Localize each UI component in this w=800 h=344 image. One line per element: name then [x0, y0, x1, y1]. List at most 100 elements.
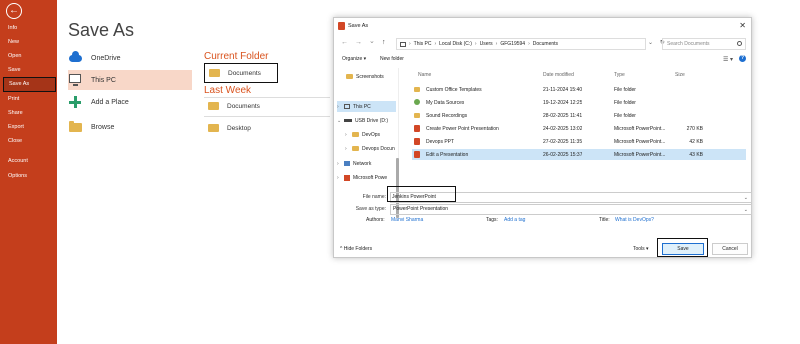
save-button[interactable]: Save — [662, 243, 704, 255]
back-arrow-icon[interactable]: ← — [6, 3, 22, 19]
tree-label: Network — [353, 160, 372, 167]
chevron-right-icon[interactable]: › — [345, 146, 352, 152]
address-bar[interactable]: › This PC › Local Disk (C:) › Users › GF… — [396, 38, 646, 50]
chevron-right-icon[interactable]: › — [337, 175, 344, 181]
chevron-down-icon[interactable]: ⌄ — [337, 118, 344, 124]
nav-options[interactable]: Options — [0, 170, 57, 182]
back-icon[interactable]: ← — [341, 39, 348, 46]
file-name: My Data Sources — [426, 100, 465, 106]
current-folder-title: Current Folder — [204, 51, 269, 62]
location-label: OneDrive — [91, 54, 121, 62]
authors-value[interactable]: Manvi Sharma — [391, 217, 423, 223]
tree-microsoft-powerpoint[interactable]: › Microsoft Powe — [337, 172, 387, 183]
file-row[interactable]: My Data Sources 19-12-2024 12:25 File fold… — [412, 97, 746, 108]
file-type: File folder — [614, 100, 636, 106]
hide-folders-button[interactable]: ^ Hide Folders — [340, 246, 372, 252]
search-input[interactable]: Search Documents — [662, 38, 746, 50]
nav-share[interactable]: Share — [0, 107, 57, 119]
nav-save-as[interactable]: Save As — [3, 77, 56, 92]
nav-open[interactable]: Open — [0, 50, 57, 62]
title-value[interactable]: What is DevOps? — [615, 217, 654, 223]
location-this-pc[interactable]: This PC — [68, 70, 192, 90]
dialog-title: Save As — [348, 23, 369, 29]
file-date: 19-12-2024 12:25 — [543, 100, 583, 106]
forward-icon[interactable]: → — [355, 39, 362, 46]
divider — [204, 116, 330, 117]
file-list: Name Date modified Type Size Custom Offi… — [412, 72, 746, 180]
address-row: ← → ⌄ ↑ › This PC › Local Disk (C:) › Us… — [334, 37, 751, 51]
breadcrumb-users[interactable]: Users — [480, 41, 493, 47]
help-icon[interactable]: ? — [739, 55, 746, 62]
breadcrumb-this-pc[interactable]: This PC — [414, 41, 432, 47]
column-size[interactable]: Size — [675, 72, 685, 78]
authors-label: Authors: — [366, 217, 385, 223]
tree-network[interactable]: › Network — [337, 158, 371, 169]
recent-locations-icon[interactable]: ⌄ — [369, 37, 375, 45]
nav-save[interactable]: Save — [0, 64, 57, 76]
new-folder-button[interactable]: New folder — [380, 56, 404, 62]
chevron-right-icon[interactable]: › — [337, 104, 344, 110]
tree-this-pc[interactable]: › This PC — [337, 101, 396, 112]
save-as-dialog: Save As ✕ ← → ⌄ ↑ › This PC › Local Disk… — [333, 17, 752, 258]
last-week-title: Last Week — [204, 85, 252, 96]
tree-label: This PC — [353, 103, 371, 110]
file-row[interactable]: Sound Recordings 28-02-2025 11:41 File fol… — [412, 110, 746, 121]
tree-devops-docs[interactable]: › Devops Docun — [345, 143, 395, 154]
breadcrumb-separator: › — [409, 41, 411, 47]
file-name: Create Power Point Presentation — [426, 126, 499, 132]
breadcrumb-local-disk[interactable]: Local Disk (C:) — [439, 41, 472, 47]
recent-folder-desktop[interactable]: Desktop — [204, 120, 251, 136]
backstage-nav: ← Info New Open Save Save As Print Share… — [0, 0, 57, 344]
breadcrumb-documents[interactable]: Documents — [533, 41, 558, 47]
recent-folder-documents[interactable]: Documents — [204, 98, 260, 114]
file-row[interactable]: Create Power Point Presentation 24-02-202… — [412, 123, 746, 134]
tree-screenshots[interactable]: Screenshots — [346, 71, 384, 82]
current-folder-documents[interactable]: Documents — [204, 63, 278, 83]
column-name[interactable]: Name — [418, 72, 431, 78]
file-row[interactable]: Devops PPT 27-02-2025 11:35 Microsoft Powe… — [412, 136, 746, 147]
chevron-down-icon[interactable]: ⌄ — [744, 207, 748, 213]
tree-label: Microsoft Powe — [353, 174, 388, 181]
data-source-icon — [414, 99, 420, 105]
view-options-icon[interactable]: ☰ ▾ — [723, 56, 733, 63]
breadcrumb-user[interactable]: GFG19594 — [500, 41, 525, 47]
powerpoint-file-icon — [414, 151, 420, 158]
breadcrumb-separator: › — [434, 41, 437, 47]
folder-icon — [208, 124, 219, 132]
location-add-place[interactable]: Add a Place — [68, 92, 192, 112]
nav-new[interactable]: New — [0, 36, 57, 48]
chevron-down-icon[interactable]: ⌄ — [744, 195, 748, 201]
file-name: Edit a Presentation — [426, 152, 469, 158]
computer-icon — [400, 41, 406, 47]
folder-icon — [208, 102, 219, 110]
powerpoint-file-icon — [414, 138, 420, 145]
cloud-icon — [68, 51, 82, 65]
nav-print[interactable]: Print — [0, 93, 57, 105]
location-browse[interactable]: Browse — [68, 117, 192, 137]
chevron-right-icon[interactable]: › — [337, 161, 344, 167]
file-date: 27-02-2025 11:35 — [543, 139, 583, 145]
nav-info[interactable]: Info — [0, 22, 57, 34]
tags-value[interactable]: Add a tag — [504, 217, 525, 223]
nav-close[interactable]: Close — [0, 135, 57, 147]
file-row[interactable]: Custom Office Templates 21-11-2024 15:40 F… — [412, 84, 746, 95]
up-icon[interactable]: ↑ — [382, 39, 386, 46]
tree-usb-drive[interactable]: ⌄ USB Drive (D:) — [337, 115, 388, 126]
tree-label: Devops Docun — [362, 145, 395, 152]
file-row[interactable]: Edit a Presentation 26-02-2025 15:37 Micro… — [412, 149, 746, 160]
close-icon[interactable]: ✕ — [739, 21, 746, 30]
powerpoint-file-icon — [414, 125, 420, 132]
network-icon — [344, 161, 350, 166]
column-date-modified[interactable]: Date modified — [543, 72, 574, 78]
chevron-right-icon[interactable]: › — [345, 132, 352, 138]
nav-account[interactable]: Account — [0, 155, 57, 167]
column-type[interactable]: Type — [614, 72, 625, 78]
tree-devops[interactable]: › DevOps — [345, 129, 380, 140]
nav-export[interactable]: Export — [0, 121, 57, 133]
chevron-down-icon[interactable]: ⌄ — [648, 40, 653, 46]
file-date: 26-02-2025 15:37 — [543, 152, 583, 158]
organize-button[interactable]: Organize ▾ — [342, 56, 366, 62]
tools-button[interactable]: Tools ▾ — [633, 246, 649, 252]
cancel-button[interactable]: Cancel — [712, 243, 748, 255]
location-onedrive[interactable]: OneDrive — [68, 48, 192, 68]
